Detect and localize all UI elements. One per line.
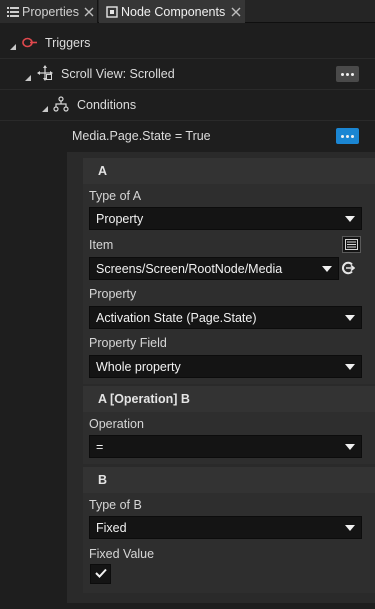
operation-label: Operation	[89, 417, 144, 431]
tree-row-conditions[interactable]: Conditions	[0, 90, 375, 120]
chevron-down-icon	[345, 315, 355, 321]
item-dropdown[interactable]: Screens/Screen/RootNode/Media	[89, 257, 339, 280]
tree-label-scroll-view: Scroll View: Scrolled	[61, 67, 175, 81]
property-value: Activation State (Page.State)	[96, 310, 257, 325]
tab-bar: Properties Node Components	[0, 0, 375, 23]
type-of-b-value: Fixed	[96, 520, 127, 535]
type-of-b-dropdown[interactable]: Fixed	[89, 516, 362, 539]
condition-row[interactable]: Media.Page.State = True	[0, 121, 375, 151]
section-b-header: B	[83, 467, 375, 493]
condition-menu-button[interactable]	[336, 128, 359, 144]
tab-properties[interactable]: Properties	[0, 0, 98, 23]
expand-arrow-icon[interactable]	[24, 71, 32, 81]
chevron-down-icon	[322, 266, 332, 272]
property-field-label: Property Field	[89, 336, 167, 350]
expand-arrow-icon[interactable]	[41, 102, 49, 112]
chevron-down-icon	[345, 364, 355, 370]
list-icon	[4, 5, 22, 19]
type-of-a-dropdown[interactable]: Property	[89, 207, 362, 230]
section-a-header: A	[83, 158, 375, 184]
checkmark-icon	[94, 567, 107, 581]
operation-dropdown[interactable]: =	[89, 435, 362, 458]
conditions-tree-icon	[53, 96, 69, 115]
section-b-title: B	[98, 473, 108, 487]
tab-node-components[interactable]: Node Components	[99, 0, 245, 23]
property-dropdown[interactable]: Activation State (Page.State)	[89, 306, 362, 329]
condition-label: Media.Page.State = True	[72, 129, 211, 143]
property-field-dropdown[interactable]: Whole property	[89, 355, 362, 378]
item-value: Screens/Screen/RootNode/Media	[96, 261, 283, 276]
chevron-down-icon	[345, 216, 355, 222]
chevron-down-icon	[345, 525, 355, 531]
node-components-icon	[103, 5, 121, 19]
item-label: Item	[89, 238, 114, 252]
tab-node-components-label: Node Components	[121, 4, 226, 19]
target-picker-icon[interactable]	[341, 261, 356, 278]
fixed-value-label: Fixed Value	[89, 547, 155, 561]
section-operation-header: A [Operation] B	[83, 386, 375, 412]
section-a-title: A	[98, 164, 108, 178]
chevron-down-icon	[345, 444, 355, 450]
close-icon[interactable]	[231, 6, 241, 17]
type-of-b-label: Type of B	[89, 498, 142, 512]
section-operation-title: A [Operation] B	[98, 392, 190, 406]
property-field-value: Whole property	[96, 359, 181, 374]
trigger-icon	[22, 36, 38, 52]
close-icon[interactable]	[84, 6, 94, 17]
expand-arrow-icon[interactable]	[9, 40, 17, 50]
object-picker-icon[interactable]	[342, 236, 361, 253]
tree-row-triggers[interactable]: Triggers	[0, 28, 375, 58]
fixed-value-checkbox[interactable]	[90, 564, 111, 584]
tree-label-triggers: Triggers	[45, 36, 91, 50]
operation-value: =	[96, 439, 104, 454]
tree-label-conditions: Conditions	[77, 98, 137, 112]
tab-properties-label: Properties	[22, 4, 79, 19]
tree-row-scroll-view[interactable]: Scroll View: Scrolled	[0, 59, 375, 89]
type-of-a-label: Type of A	[89, 189, 142, 203]
property-label: Property	[89, 287, 137, 301]
scroll-move-icon	[37, 65, 54, 85]
type-of-a-value: Property	[96, 211, 144, 226]
scroll-view-menu-button[interactable]	[336, 66, 359, 82]
